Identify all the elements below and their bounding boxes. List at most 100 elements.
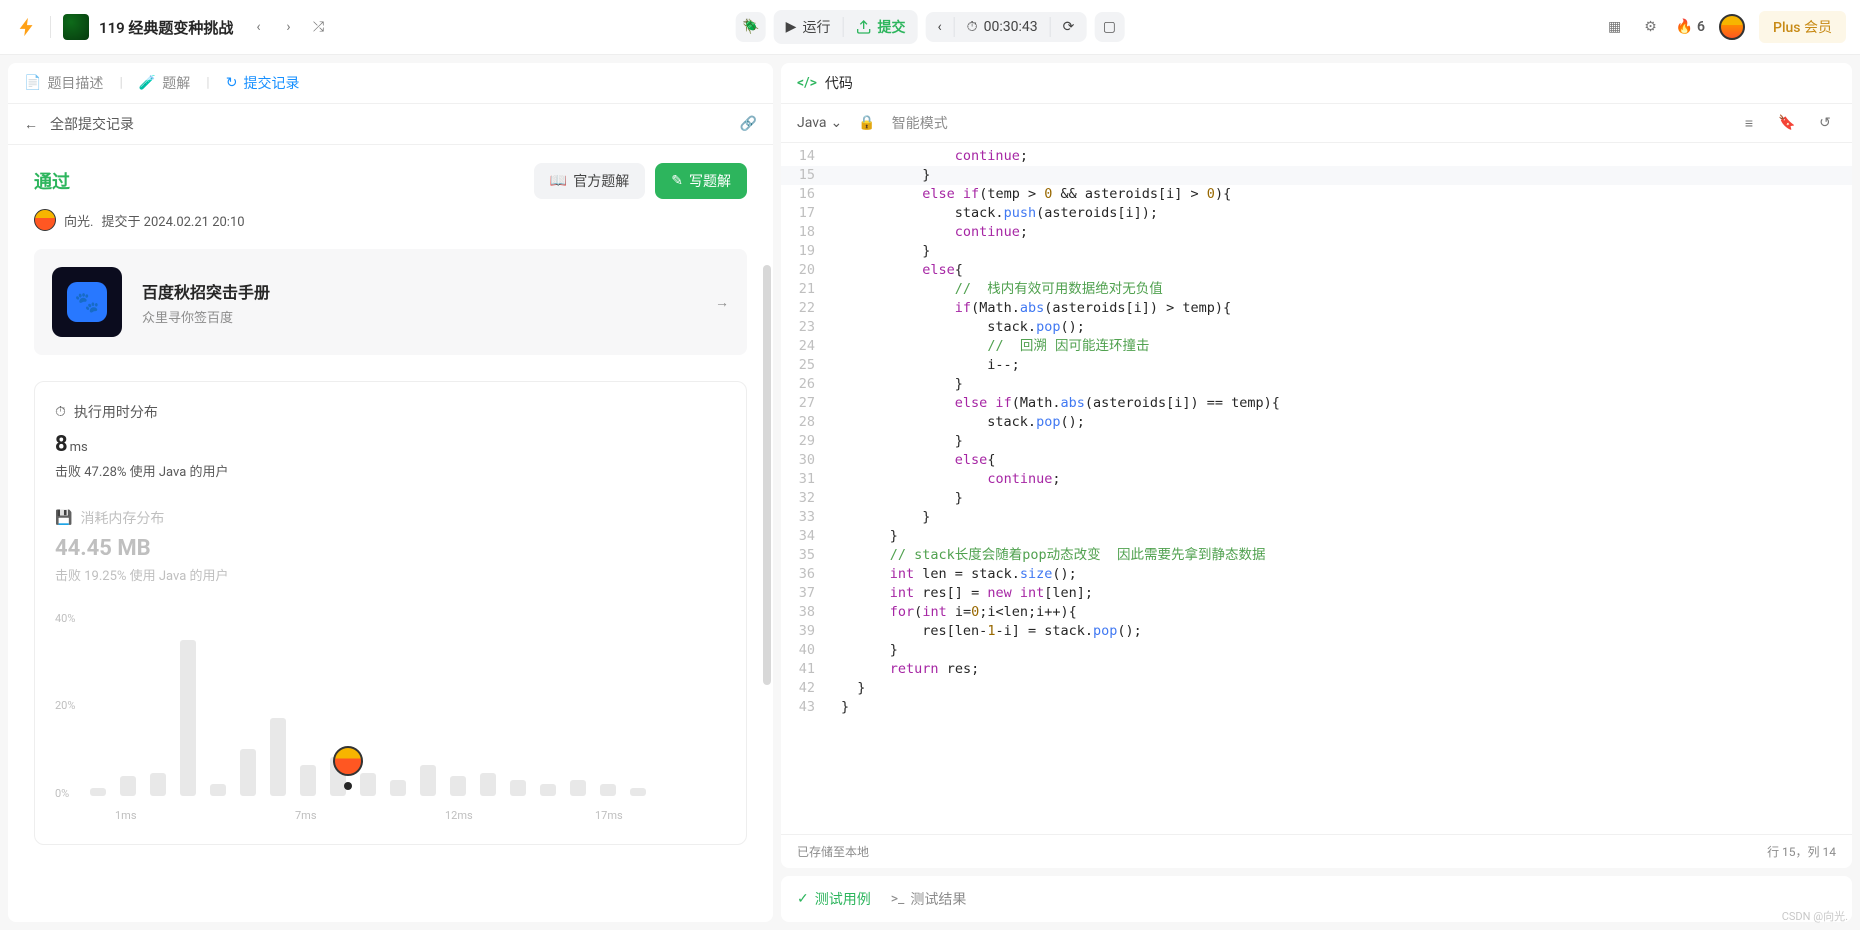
chart-bar[interactable]	[90, 788, 106, 796]
code-line[interactable]: 43}	[781, 698, 1852, 717]
runtime-beat: 击败 47.28% 使用 Java 的用户	[55, 461, 726, 480]
right-controls: ▦ ⚙ 🔥 6 Plus 会员	[1604, 11, 1846, 43]
code-line[interactable]: 20 else{	[781, 261, 1852, 280]
code-line[interactable]: 37 int res[] = new int[len];	[781, 584, 1852, 603]
format-icon[interactable]: ≡	[1738, 112, 1760, 134]
status-pass: 通过	[34, 168, 70, 194]
chart-bar[interactable]	[150, 773, 166, 796]
tab-solution[interactable]: 🧪 题解	[139, 73, 190, 93]
code-line[interactable]: 26 }	[781, 375, 1852, 394]
chart-bar[interactable]	[630, 788, 646, 796]
timer-reset[interactable]: ⟳	[1051, 12, 1087, 42]
promo-card[interactable]: 🐾 百度秋招突击手册 众里寻你签百度 →	[34, 249, 747, 355]
layout-icon[interactable]: ▦	[1604, 16, 1626, 38]
scrollbar[interactable]	[763, 265, 771, 685]
mem-block: 💾 消耗内存分布 44.45 MB 击败 19.25% 使用 Java 的用户	[55, 508, 726, 584]
chart-bar[interactable]	[510, 780, 526, 796]
author-name: 向光.	[64, 211, 93, 230]
memory-beat: 击败 19.25% 使用 Java 的用户	[55, 565, 726, 584]
notes-button[interactable]: ▢	[1094, 12, 1124, 42]
logo-icon[interactable]	[14, 14, 40, 40]
chart-bar[interactable]	[180, 640, 196, 796]
back-icon[interactable]: ←	[24, 116, 38, 133]
watermark: CSDN @向光.	[1782, 908, 1848, 924]
plus-button[interactable]: Plus 会员	[1759, 11, 1846, 43]
code-line[interactable]: 18 continue;	[781, 223, 1852, 242]
reset-icon[interactable]: ↺	[1814, 112, 1836, 134]
code-line[interactable]: 40 }	[781, 641, 1852, 660]
tab-submissions[interactable]: ↻ 提交记录	[226, 73, 300, 93]
author-avatar[interactable]	[34, 209, 56, 231]
code-line[interactable]: 34 }	[781, 527, 1852, 546]
code-editor[interactable]: 14 continue;15 }16 else if(temp > 0 && a…	[781, 143, 1852, 834]
run-submit-group: ▶ 运行 提交	[774, 10, 918, 44]
code-line[interactable]: 38 for(int i=0;i<len;i++){	[781, 603, 1852, 622]
timer-value[interactable]: ⏱ 00:30:43	[955, 12, 1050, 42]
code-line[interactable]: 25 i--;	[781, 356, 1852, 375]
code-line[interactable]: 33 }	[781, 508, 1852, 527]
shuffle-button[interactable]: ⤮	[303, 12, 333, 42]
chart-bar[interactable]	[210, 784, 226, 796]
code-line[interactable]: 17 stack.push(asteroids[i]);	[781, 204, 1852, 223]
code-line[interactable]: 41 return res;	[781, 660, 1852, 679]
code-line[interactable]: 30 else{	[781, 451, 1852, 470]
chart-bar[interactable]	[480, 773, 496, 796]
code-line[interactable]: 36 int len = stack.size();	[781, 565, 1852, 584]
code-line[interactable]: 14 continue;	[781, 147, 1852, 166]
chart-bar[interactable]	[240, 749, 256, 796]
sub-nav: ← 全部提交记录 🔗	[8, 104, 773, 145]
chart-bar[interactable]	[570, 780, 586, 796]
chevron-down-icon: ⌄	[831, 115, 843, 131]
code-line[interactable]: 24 // 回溯 因可能连环撞击	[781, 337, 1852, 356]
official-solution-button[interactable]: 📖 官方题解	[534, 163, 645, 199]
saved-label: 已存储至本地	[797, 843, 869, 860]
code-line[interactable]: 23 stack.pop();	[781, 318, 1852, 337]
code-line[interactable]: 32 }	[781, 489, 1852, 508]
chart-bar[interactable]	[300, 765, 316, 796]
code-line[interactable]: 27 else if(Math.abs(asteroids[i]) == tem…	[781, 394, 1852, 413]
chart-bar[interactable]	[360, 773, 376, 796]
tabs: 📄 题目描述 | 🧪 题解 | ↻ 提交记录	[8, 63, 773, 104]
main-area: 📄 题目描述 | 🧪 题解 | ↻ 提交记录 ← 全部提交记录 🔗 通过 📖 官…	[0, 55, 1860, 930]
language-select[interactable]: Java ⌄	[797, 115, 842, 131]
code-footer: 已存储至本地 行 15，列 14	[781, 834, 1852, 868]
code-line[interactable]: 15 }	[781, 166, 1852, 185]
timer-back[interactable]: ‹	[925, 12, 953, 42]
write-solution-button[interactable]: ✎ 写题解	[655, 163, 747, 199]
code-line[interactable]: 21 // 栈内有效可用数据绝对无负值	[781, 280, 1852, 299]
code-line[interactable]: 31 continue;	[781, 470, 1852, 489]
promo-icon: 🐾	[52, 267, 122, 337]
code-line[interactable]: 35 // stack长度会随着pop动态改变 因此需要先拿到静态数据	[781, 546, 1852, 565]
prev-button[interactable]: ‹	[243, 12, 273, 42]
streak[interactable]: 🔥 6	[1676, 19, 1705, 35]
next-button[interactable]: ›	[273, 12, 303, 42]
chart-bar[interactable]	[120, 776, 136, 796]
chart-marker-avatar	[333, 746, 363, 776]
chart-bar[interactable]	[450, 776, 466, 796]
bookmark-icon[interactable]: 🔖	[1776, 112, 1798, 134]
tab-testresults[interactable]: >_ 测试结果	[891, 889, 967, 909]
chart-bar[interactable]	[270, 718, 286, 796]
code-line[interactable]: 42 }	[781, 679, 1852, 698]
code-line[interactable]: 19 }	[781, 242, 1852, 261]
chart-bar[interactable]	[420, 765, 436, 796]
tab-description[interactable]: 📄 题目描述	[24, 73, 103, 93]
run-button[interactable]: ▶ 运行	[774, 10, 843, 44]
code-line[interactable]: 22 if(Math.abs(asteroids[i]) > temp){	[781, 299, 1852, 318]
settings-icon[interactable]: ⚙	[1640, 16, 1662, 38]
avatar[interactable]	[1719, 14, 1745, 40]
runtime-chart: 40% 20% 0% 1ms 7ms 12ms 17ms	[55, 604, 726, 824]
code-line[interactable]: 29 }	[781, 432, 1852, 451]
submit-button[interactable]: 提交	[843, 10, 917, 44]
tab-testcases[interactable]: ✓ 测试用例	[797, 889, 871, 909]
code-line[interactable]: 28 stack.pop();	[781, 413, 1852, 432]
code-line[interactable]: 16 else if(temp > 0 && asteroids[i] > 0)…	[781, 185, 1852, 204]
debug-button[interactable]: 🪲	[736, 12, 766, 42]
code-line[interactable]: 39 res[len-1-i] = stack.pop();	[781, 622, 1852, 641]
arrow-right-icon: →	[715, 294, 729, 311]
chart-bar[interactable]	[390, 780, 406, 796]
smart-mode-label[interactable]: 智能模式	[892, 113, 948, 133]
chart-bar[interactable]	[600, 784, 616, 796]
chart-bar[interactable]	[540, 784, 556, 796]
link-icon[interactable]: 🔗	[740, 116, 757, 132]
